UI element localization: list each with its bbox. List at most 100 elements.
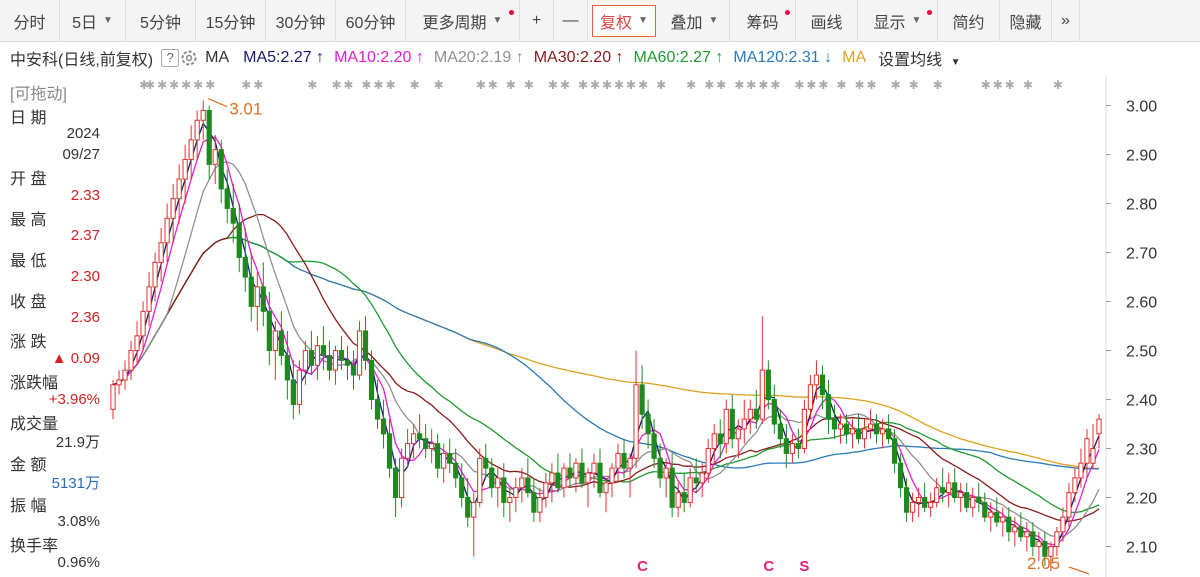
toolbar-button-11[interactable]: 筹码 [730, 0, 796, 42]
event-star: ✱ [933, 78, 943, 92]
event-star: ✱ [169, 78, 179, 92]
candle-body [495, 477, 501, 489]
event-star: ✱ [386, 78, 396, 92]
candle-body [976, 497, 982, 503]
event-star: ✱ [704, 78, 714, 92]
candle-body [200, 109, 206, 121]
candle-body [501, 477, 507, 503]
annotation-arrow [1068, 566, 1090, 575]
candle-body [386, 433, 393, 469]
y-tick-label: 2.30 [1126, 442, 1157, 459]
candle-body [819, 374, 826, 396]
candle-body [663, 467, 669, 479]
candle-body [266, 310, 272, 352]
candle-body [368, 359, 375, 401]
ma-settings-button[interactable]: 设置均线 ▼ [878, 46, 960, 70]
ma-line-30 [112, 236, 1100, 514]
candle-body [928, 501, 934, 508]
ma-legend: 中安科 (日线,前复权) ? MA MA5:2.27 ↑ MA10:2.20 ↑ M… [0, 42, 1200, 74]
candle-body [735, 428, 741, 440]
y-tick-label: 2.40 [1126, 393, 1157, 410]
toolbar-button-2[interactable]: 5分钟 [126, 0, 196, 42]
candle-body [891, 438, 898, 464]
annotation-high: 3.01 [229, 100, 262, 119]
y-tick-label: 2.90 [1126, 148, 1157, 165]
candle-body [687, 477, 693, 503]
info-sidebar[interactable]: [可拖动] 日 期 2024 09/27 开 盘 2.33 最 高 2.37 最 低 2.30 收… [0, 76, 106, 577]
event-star: ✱ [1053, 78, 1063, 92]
candle-body [176, 178, 182, 200]
candle-body [152, 261, 158, 288]
candle-body [561, 467, 567, 489]
candle-body [447, 452, 453, 464]
candle-body [916, 497, 922, 503]
toolbar-button-16[interactable]: » [1052, 0, 1080, 42]
notification-dot [927, 9, 932, 15]
stock-name: 中安科 [10, 52, 59, 69]
event-star: ✱ [891, 78, 901, 92]
toolbar-label: 画线 [810, 14, 843, 32]
candle-body [765, 369, 771, 401]
toolbar-button-1[interactable]: 5日 ▼ [60, 0, 126, 42]
toolbar-button-14[interactable]: 简约 [938, 0, 1000, 42]
toolbar-button-7[interactable]: + [520, 0, 554, 42]
candle-body [465, 497, 471, 518]
candle-body [741, 418, 747, 430]
candle-body [411, 433, 417, 445]
toolbar-button-6[interactable]: 更多周期 ▼ [406, 0, 520, 42]
candle-body [603, 482, 609, 494]
toolbar-button-13[interactable]: 显示 ▼ [858, 0, 938, 42]
toolbar-button-5[interactable]: 60分钟 [336, 0, 406, 42]
event-star: ✱ [758, 78, 768, 92]
candle-body [429, 443, 435, 450]
candle-body [958, 492, 964, 499]
toolbar-button-15[interactable]: 隐藏 [1000, 0, 1052, 42]
chevron-down-icon: ▼ [950, 57, 961, 68]
candle-body [326, 354, 333, 371]
event-star: ✱ [253, 78, 263, 92]
toolbar-button-4[interactable]: 30分钟 [266, 0, 336, 42]
toolbar-button-3[interactable]: 15分钟 [196, 0, 266, 42]
candle-body [783, 438, 789, 454]
toolbar-label: 5分钟 [140, 14, 181, 32]
candle-body [831, 418, 838, 430]
ma-line-20 [112, 213, 1100, 522]
candle-body [537, 497, 543, 513]
candle-body [867, 423, 874, 430]
event-star: ✱ [867, 78, 877, 92]
candle-body [308, 350, 315, 366]
event-star: ✱ [855, 78, 865, 92]
candle-body [543, 482, 549, 499]
candle-body [1030, 531, 1036, 548]
draggable-label[interactable]: [可拖动] [10, 80, 67, 104]
candle-body [122, 369, 128, 381]
event-star: ✱ [626, 78, 636, 92]
candle-body [236, 222, 242, 258]
gear-icon[interactable] [179, 48, 199, 68]
event-star: ✱ [818, 78, 828, 92]
toolbar-button-10[interactable]: 叠加 ▼ [660, 0, 730, 42]
toolbar-label: 简约 [952, 14, 985, 32]
kline-chart[interactable]: 3.00 2.90 2.80 2.70 2.60 2.50 2.40 2.30 2.20 2.10… [106, 76, 1200, 577]
candle-body [1078, 462, 1084, 479]
toolbar-button-8[interactable]: — [554, 0, 588, 42]
candle-body [362, 330, 369, 361]
candle-body [639, 384, 645, 415]
annotation-low: 2.05 [1027, 554, 1060, 573]
event-star: ✱ [157, 78, 167, 92]
toolbar-button-12[interactable]: 画线 [796, 0, 858, 42]
ma-label: MA [205, 49, 230, 66]
info-label: 换手率 [10, 538, 59, 556]
toolbar-button-9[interactable]: 复权 ▼ [592, 4, 656, 37]
annotation-arrow [207, 98, 228, 108]
candle-body [885, 428, 892, 440]
candle-body [1012, 526, 1018, 533]
info-value: 3.08% [57, 513, 100, 530]
candle-body [134, 335, 140, 352]
y-tick-label: 2.80 [1126, 197, 1157, 214]
event-star: ✱ [241, 78, 251, 92]
candle-body [507, 497, 513, 503]
toolbar-button-0[interactable]: 分时 [0, 0, 60, 42]
help-button[interactable]: ? [161, 49, 180, 67]
event-star: ✱ [476, 78, 486, 92]
